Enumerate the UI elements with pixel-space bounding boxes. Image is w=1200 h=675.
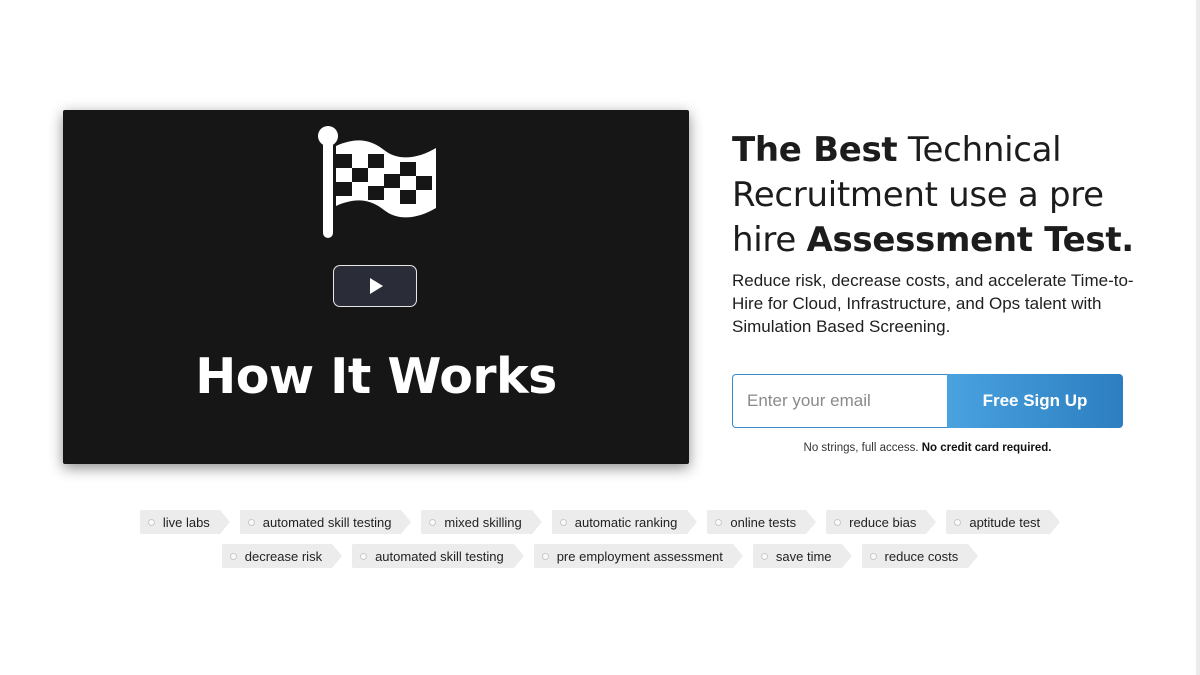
tag-item[interactable]: pre employment assessment: [533, 544, 744, 568]
tag-item[interactable]: reduce bias: [826, 510, 937, 534]
tag-label: automated skill testing: [262, 514, 392, 530]
play-icon: [370, 278, 383, 294]
tag-label: live labs: [162, 514, 210, 530]
email-input[interactable]: [732, 374, 947, 428]
tag-label: reduce costs: [884, 548, 959, 564]
tag-hole-icon: [954, 518, 962, 526]
tag-item[interactable]: automated skill testing: [352, 544, 524, 568]
fine-print: No strings, full access. No credit card …: [732, 442, 1123, 454]
tag-item[interactable]: automated skill testing: [239, 510, 412, 534]
free-signup-button[interactable]: Free Sign Up: [947, 374, 1123, 428]
tag-row-1: live labs automated skill testing mixed …: [0, 510, 1200, 534]
tag-label: automated skill testing: [375, 548, 504, 564]
fine-print-bold: No credit card required.: [921, 442, 1052, 454]
tag-label: aptitude test: [969, 514, 1041, 530]
tag-hole-icon: [760, 552, 768, 560]
tag-hole-icon: [559, 518, 567, 526]
fine-print-text: No strings, full access.: [803, 442, 922, 454]
tag-row-2: decrease risk automated skill testing pr…: [0, 544, 1200, 568]
tag-hole-icon: [869, 552, 877, 560]
tag-label: reduce bias: [849, 514, 917, 530]
headline: The Best Technical Recruitment use a pre…: [732, 128, 1172, 263]
scrollbar-track[interactable]: [1196, 0, 1200, 675]
play-button[interactable]: [333, 265, 417, 307]
tag-item[interactable]: decrease risk: [221, 544, 343, 568]
tag-label: mixed skilling: [444, 514, 522, 530]
tag-hole-icon: [715, 518, 723, 526]
tag-hole-icon: [147, 518, 155, 526]
tag-hole-icon: [429, 518, 437, 526]
tag-label: pre employment assessment: [556, 548, 723, 564]
hero-subtext: Reduce risk, decrease costs, and acceler…: [732, 271, 1134, 336]
headline-bold-1: The Best: [732, 130, 898, 170]
tag-label: automatic ranking: [574, 514, 678, 530]
tag-hole-icon: [541, 552, 549, 560]
tag-item[interactable]: save time: [752, 544, 852, 568]
tag-item[interactable]: reduce costs: [861, 544, 978, 568]
tag-hole-icon: [360, 552, 368, 560]
signup-form: Free Sign Up: [732, 374, 1123, 428]
tag-item[interactable]: automatic ranking: [551, 510, 697, 534]
tag-hole-icon: [247, 518, 255, 526]
checkered-flag-icon: [318, 126, 436, 238]
tag-hole-icon: [229, 552, 237, 560]
tag-item[interactable]: aptitude test: [946, 510, 1060, 534]
tag-item[interactable]: online tests: [707, 510, 816, 534]
tag-label: decrease risk: [244, 548, 323, 564]
tag-item[interactable]: live labs: [139, 510, 230, 534]
tag-hole-icon: [834, 518, 842, 526]
tag-label: online tests: [730, 514, 797, 530]
tag-label: save time: [775, 548, 832, 564]
headline-bold-2: Assessment Test.: [806, 220, 1134, 260]
video-title: How It Works: [195, 348, 557, 405]
tag-item[interactable]: mixed skilling: [421, 510, 543, 534]
